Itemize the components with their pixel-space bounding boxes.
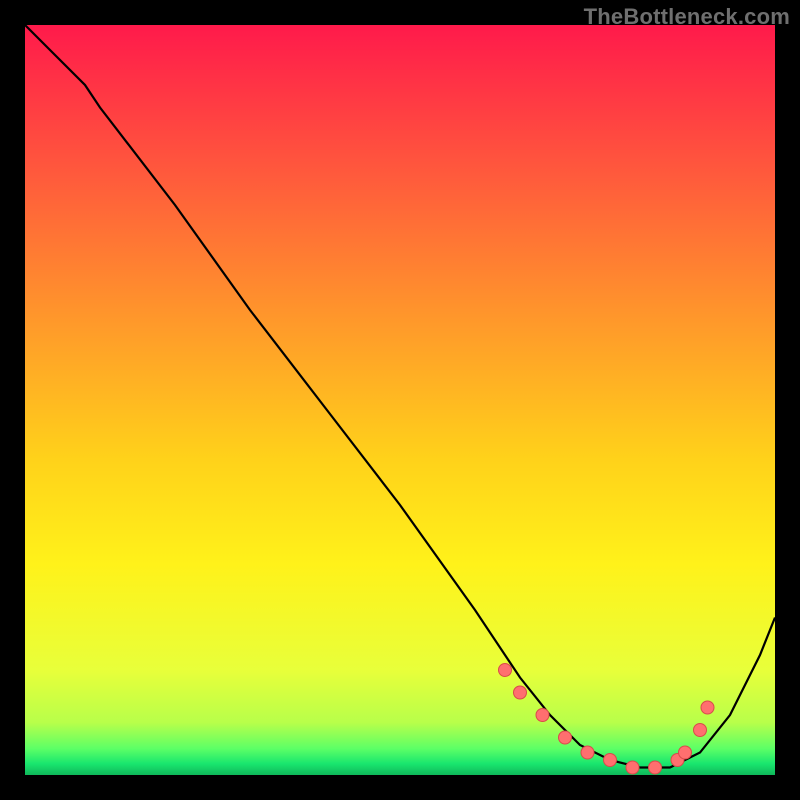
gradient-background <box>25 25 775 775</box>
curve-marker <box>626 761 639 774</box>
curve-marker <box>694 724 707 737</box>
curve-marker <box>649 761 662 774</box>
curve-marker <box>559 731 572 744</box>
curve-marker <box>514 686 527 699</box>
curve-marker <box>536 709 549 722</box>
watermark-label: TheBottleneck.com <box>584 4 790 30</box>
curve-marker <box>499 664 512 677</box>
plot-area <box>25 25 775 775</box>
curve-marker <box>679 746 692 759</box>
curve-marker <box>581 746 594 759</box>
curve-marker <box>604 754 617 767</box>
curve-marker <box>701 701 714 714</box>
chart-svg <box>25 25 775 775</box>
chart-frame: TheBottleneck.com <box>0 0 800 800</box>
